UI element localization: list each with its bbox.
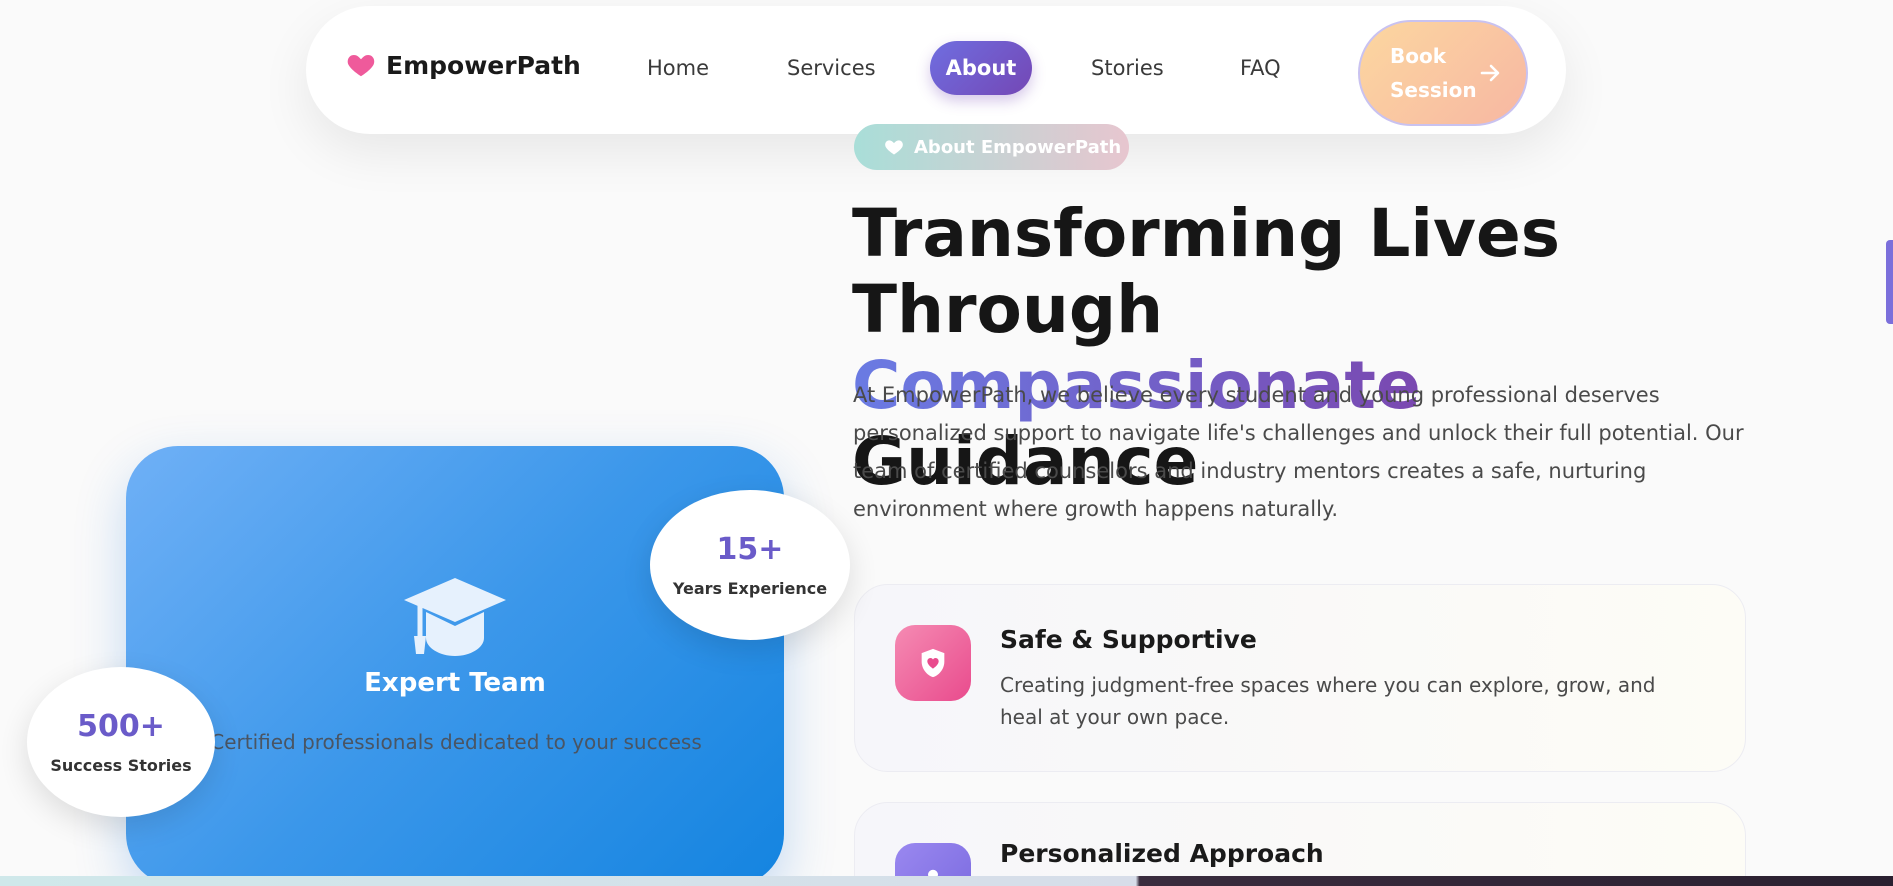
page-title-line1: Transforming Lives Through: [852, 195, 1561, 348]
brand-name: EmpowerPath: [386, 50, 581, 80]
scrollbar-thumb[interactable]: [1886, 240, 1893, 324]
arrow-right-icon: [1480, 64, 1500, 82]
heart-icon: [885, 140, 903, 155]
book-session-label: Book Session: [1390, 39, 1477, 107]
nav-link-stories[interactable]: Stories: [1091, 56, 1164, 80]
nav-link-faq[interactable]: FAQ: [1240, 56, 1281, 80]
feature-title: Safe & Supportive: [1000, 625, 1257, 654]
brand-logo[interactable]: EmpowerPath: [346, 50, 581, 80]
book-session-label-line2: Session: [1390, 78, 1477, 102]
heart-icon: [347, 55, 375, 77]
book-session-label-line1: Book: [1390, 44, 1447, 68]
feature-description: Creating judgment-free spaces where you …: [1000, 673, 1656, 729]
stat-value: 500+: [77, 709, 165, 744]
stat-years-experience: 15+ Years Experience: [650, 490, 850, 640]
page-bottom-edge: [0, 876, 1893, 886]
book-session-button[interactable]: Book Session: [1358, 20, 1528, 126]
stat-label: Years Experience: [672, 579, 828, 598]
stat-value: 15+: [716, 532, 784, 567]
feature-title: Personalized Approach: [1000, 839, 1324, 868]
feature-card-safe: Safe & Supportive Creating judgment-free…: [854, 584, 1746, 772]
stat-success-stories: 500+ Success Stories: [27, 667, 215, 817]
navbar: EmpowerPath Home Services About Stories …: [306, 6, 1566, 134]
section-badge-text: About EmpowerPath: [914, 136, 1122, 158]
feature-icon-container: [895, 625, 971, 701]
team-card-description: Certified professionals dedicated to you…: [210, 730, 702, 754]
intro-paragraph: At EmpowerPath, we believe every student…: [853, 383, 1744, 521]
section-badge: About EmpowerPath: [854, 124, 1129, 170]
shield-heart-icon: [921, 648, 945, 678]
graduation-cap-icon: [404, 578, 506, 656]
nav-link-services[interactable]: Services: [787, 56, 876, 80]
feature-card-personalized: Personalized Approach: [854, 802, 1746, 886]
stat-label: Success Stories: [50, 756, 192, 775]
nav-link-about[interactable]: About: [930, 41, 1032, 95]
team-card-title: Expert Team: [364, 668, 546, 698]
nav-link-home[interactable]: Home: [647, 56, 709, 80]
